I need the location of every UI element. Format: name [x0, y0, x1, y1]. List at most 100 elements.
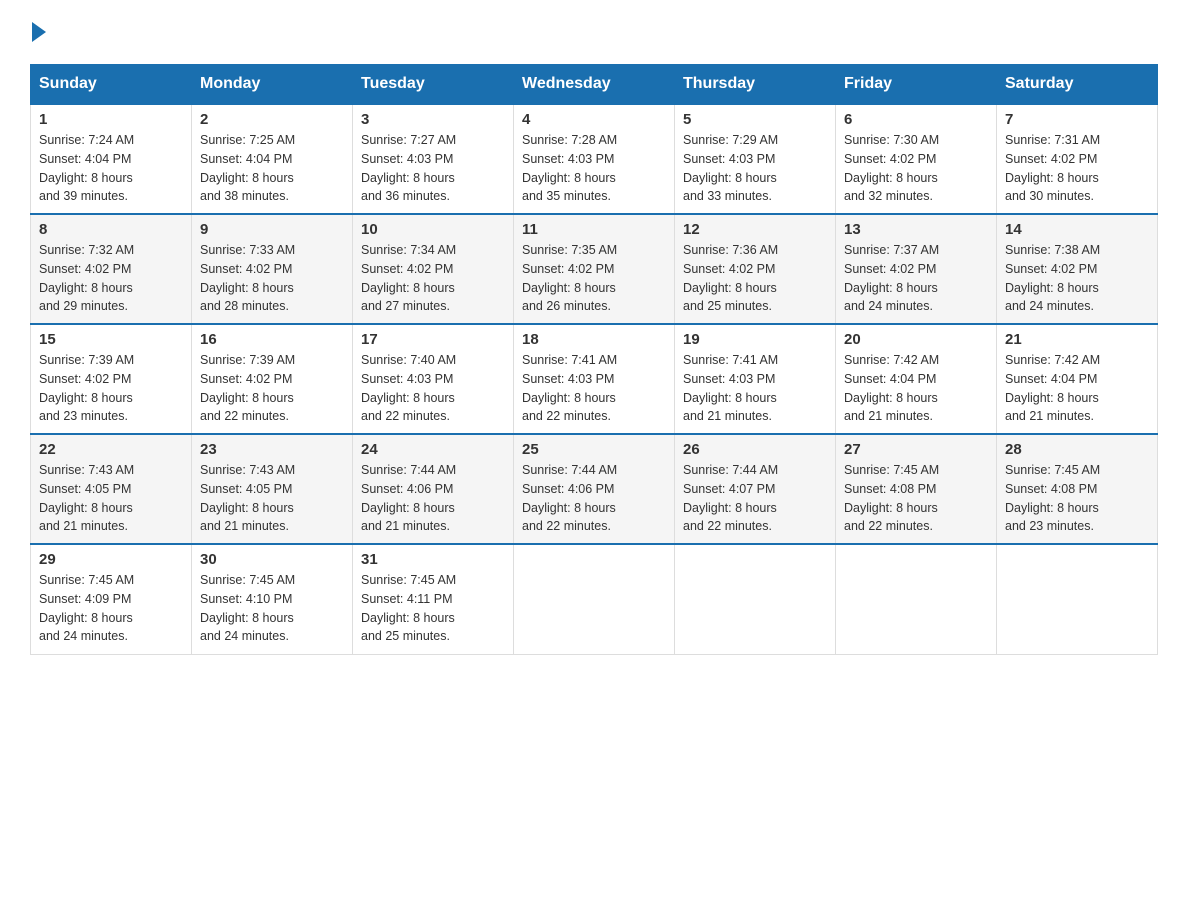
calendar-day-cell: 10 Sunrise: 7:34 AMSunset: 4:02 PMDayligh… — [353, 214, 514, 324]
day-info: Sunrise: 7:35 AMSunset: 4:02 PMDaylight:… — [522, 241, 666, 316]
calendar-day-cell: 3 Sunrise: 7:27 AMSunset: 4:03 PMDaylight… — [353, 104, 514, 214]
calendar-day-cell: 14 Sunrise: 7:38 AMSunset: 4:02 PMDayligh… — [997, 214, 1158, 324]
day-info: Sunrise: 7:44 AMSunset: 4:07 PMDaylight:… — [683, 461, 827, 536]
day-number: 8 — [39, 221, 183, 238]
calendar-day-cell: 22 Sunrise: 7:43 AMSunset: 4:05 PMDayligh… — [31, 434, 192, 544]
calendar-day-cell: 20 Sunrise: 7:42 AMSunset: 4:04 PMDayligh… — [836, 324, 997, 434]
day-info: Sunrise: 7:37 AMSunset: 4:02 PMDaylight:… — [844, 241, 988, 316]
calendar-day-header: Wednesday — [514, 65, 675, 105]
calendar-day-cell — [675, 544, 836, 654]
day-info: Sunrise: 7:42 AMSunset: 4:04 PMDaylight:… — [844, 351, 988, 426]
day-info: Sunrise: 7:36 AMSunset: 4:02 PMDaylight:… — [683, 241, 827, 316]
day-info: Sunrise: 7:29 AMSunset: 4:03 PMDaylight:… — [683, 131, 827, 206]
day-info: Sunrise: 7:43 AMSunset: 4:05 PMDaylight:… — [39, 461, 183, 536]
calendar-day-cell: 6 Sunrise: 7:30 AMSunset: 4:02 PMDaylight… — [836, 104, 997, 214]
day-number: 27 — [844, 441, 988, 458]
logo — [30, 20, 46, 44]
day-info: Sunrise: 7:25 AMSunset: 4:04 PMDaylight:… — [200, 131, 344, 206]
day-number: 1 — [39, 111, 183, 128]
day-number: 13 — [844, 221, 988, 238]
calendar-day-cell: 19 Sunrise: 7:41 AMSunset: 4:03 PMDayligh… — [675, 324, 836, 434]
day-number: 7 — [1005, 111, 1149, 128]
day-info: Sunrise: 7:40 AMSunset: 4:03 PMDaylight:… — [361, 351, 505, 426]
day-info: Sunrise: 7:27 AMSunset: 4:03 PMDaylight:… — [361, 131, 505, 206]
day-number: 19 — [683, 331, 827, 348]
day-info: Sunrise: 7:41 AMSunset: 4:03 PMDaylight:… — [683, 351, 827, 426]
calendar-day-cell: 29Sunrise: 7:45 AMSunset: 4:09 PMDayligh… — [31, 544, 192, 654]
day-number: 30 — [200, 551, 344, 568]
calendar-day-cell: 27 Sunrise: 7:45 AMSunset: 4:08 PMDayligh… — [836, 434, 997, 544]
calendar-day-cell: 12 Sunrise: 7:36 AMSunset: 4:02 PMDayligh… — [675, 214, 836, 324]
calendar-day-header: Friday — [836, 65, 997, 105]
day-info: Sunrise: 7:45 AMSunset: 4:08 PMDaylight:… — [844, 461, 988, 536]
day-info: Sunrise: 7:31 AMSunset: 4:02 PMDaylight:… — [1005, 131, 1149, 206]
day-info: Sunrise: 7:41 AMSunset: 4:03 PMDaylight:… — [522, 351, 666, 426]
day-info: Sunrise: 7:45 AMSunset: 4:10 PMDaylight:… — [200, 571, 344, 646]
calendar-day-cell: 18 Sunrise: 7:41 AMSunset: 4:03 PMDayligh… — [514, 324, 675, 434]
day-info: Sunrise: 7:44 AMSunset: 4:06 PMDaylight:… — [361, 461, 505, 536]
day-number: 2 — [200, 111, 344, 128]
calendar-day-cell: 7 Sunrise: 7:31 AMSunset: 4:02 PMDaylight… — [997, 104, 1158, 214]
day-number: 16 — [200, 331, 344, 348]
day-number: 20 — [844, 331, 988, 348]
calendar-day-header: Sunday — [31, 65, 192, 105]
calendar-day-cell: 21 Sunrise: 7:42 AMSunset: 4:04 PMDayligh… — [997, 324, 1158, 434]
day-number: 26 — [683, 441, 827, 458]
day-number: 21 — [1005, 331, 1149, 348]
day-info: Sunrise: 7:30 AMSunset: 4:02 PMDaylight:… — [844, 131, 988, 206]
day-info: Sunrise: 7:34 AMSunset: 4:02 PMDaylight:… — [361, 241, 505, 316]
calendar-day-cell: 17 Sunrise: 7:40 AMSunset: 4:03 PMDayligh… — [353, 324, 514, 434]
day-info: Sunrise: 7:39 AMSunset: 4:02 PMDaylight:… — [200, 351, 344, 426]
calendar-day-cell: 26 Sunrise: 7:44 AMSunset: 4:07 PMDayligh… — [675, 434, 836, 544]
day-number: 10 — [361, 221, 505, 238]
day-number: 14 — [1005, 221, 1149, 238]
day-number: 18 — [522, 331, 666, 348]
day-number: 22 — [39, 441, 183, 458]
day-number: 24 — [361, 441, 505, 458]
calendar-day-cell: 30 Sunrise: 7:45 AMSunset: 4:10 PMDayligh… — [192, 544, 353, 654]
day-number: 17 — [361, 331, 505, 348]
logo-triangle-icon — [32, 22, 46, 42]
calendar-day-cell: 23 Sunrise: 7:43 AMSunset: 4:05 PMDayligh… — [192, 434, 353, 544]
day-number: 11 — [522, 221, 666, 238]
page-header — [30, 20, 1158, 44]
calendar-day-cell: 8 Sunrise: 7:32 AMSunset: 4:02 PMDaylight… — [31, 214, 192, 324]
day-info: Sunrise: 7:24 AMSunset: 4:04 PMDaylight:… — [39, 131, 183, 206]
calendar-day-header: Monday — [192, 65, 353, 105]
calendar-week-row: 8 Sunrise: 7:32 AMSunset: 4:02 PMDaylight… — [31, 214, 1158, 324]
day-info: Sunrise: 7:45 AMSunset: 4:11 PMDaylight:… — [361, 571, 505, 646]
day-info: Sunrise: 7:32 AMSunset: 4:02 PMDaylight:… — [39, 241, 183, 316]
day-number: 28 — [1005, 441, 1149, 458]
day-info: Sunrise: 7:39 AMSunset: 4:02 PMDaylight:… — [39, 351, 183, 426]
calendar-day-cell — [997, 544, 1158, 654]
day-info: Sunrise: 7:44 AMSunset: 4:06 PMDaylight:… — [522, 461, 666, 536]
calendar-day-header: Tuesday — [353, 65, 514, 105]
calendar-day-cell: 13 Sunrise: 7:37 AMSunset: 4:02 PMDayligh… — [836, 214, 997, 324]
calendar-day-cell: 11 Sunrise: 7:35 AMSunset: 4:02 PMDayligh… — [514, 214, 675, 324]
day-number: 25 — [522, 441, 666, 458]
calendar-table: SundayMondayTuesdayWednesdayThursdayFrid… — [30, 64, 1158, 655]
calendar-day-cell: 28 Sunrise: 7:45 AMSunset: 4:08 PMDayligh… — [997, 434, 1158, 544]
day-number: 6 — [844, 111, 988, 128]
day-number: 3 — [361, 111, 505, 128]
day-number: 12 — [683, 221, 827, 238]
calendar-week-row: 1 Sunrise: 7:24 AMSunset: 4:04 PMDaylight… — [31, 104, 1158, 214]
calendar-week-row: 15Sunrise: 7:39 AMSunset: 4:02 PMDayligh… — [31, 324, 1158, 434]
calendar-day-cell: 25 Sunrise: 7:44 AMSunset: 4:06 PMDayligh… — [514, 434, 675, 544]
day-number: 5 — [683, 111, 827, 128]
calendar-day-cell: 4Sunrise: 7:28 AMSunset: 4:03 PMDaylight… — [514, 104, 675, 214]
calendar-day-cell — [836, 544, 997, 654]
day-info: Sunrise: 7:38 AMSunset: 4:02 PMDaylight:… — [1005, 241, 1149, 316]
calendar-day-header: Thursday — [675, 65, 836, 105]
calendar-day-cell: 24 Sunrise: 7:44 AMSunset: 4:06 PMDayligh… — [353, 434, 514, 544]
calendar-week-row: 22 Sunrise: 7:43 AMSunset: 4:05 PMDayligh… — [31, 434, 1158, 544]
day-info: Sunrise: 7:45 AMSunset: 4:09 PMDaylight:… — [39, 571, 183, 646]
calendar-day-cell: 9Sunrise: 7:33 AMSunset: 4:02 PMDaylight… — [192, 214, 353, 324]
day-info: Sunrise: 7:43 AMSunset: 4:05 PMDaylight:… — [200, 461, 344, 536]
day-info: Sunrise: 7:45 AMSunset: 4:08 PMDaylight:… — [1005, 461, 1149, 536]
day-number: 23 — [200, 441, 344, 458]
calendar-day-cell: 16 Sunrise: 7:39 AMSunset: 4:02 PMDayligh… — [192, 324, 353, 434]
calendar-day-cell: 5 Sunrise: 7:29 AMSunset: 4:03 PMDaylight… — [675, 104, 836, 214]
calendar-day-cell — [514, 544, 675, 654]
day-info: Sunrise: 7:42 AMSunset: 4:04 PMDaylight:… — [1005, 351, 1149, 426]
